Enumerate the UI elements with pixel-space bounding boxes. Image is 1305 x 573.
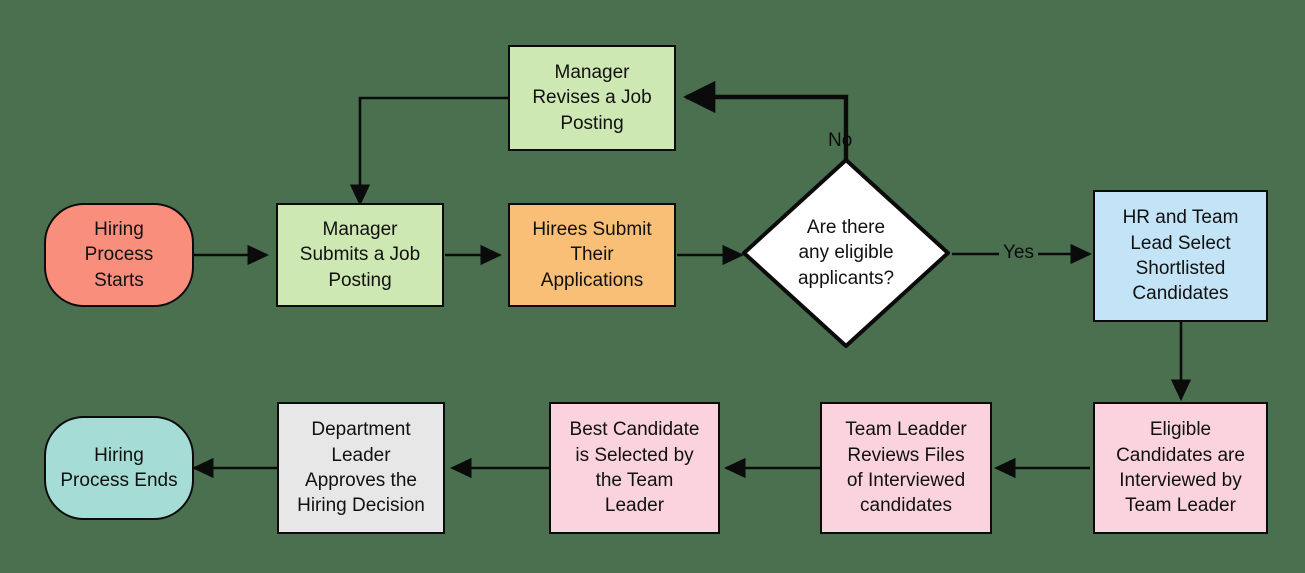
- node-hiring-process-ends[interactable]: Hiring Process Ends: [44, 416, 194, 520]
- node-label: Team Leadder Reviews Files of Interviewe…: [845, 419, 967, 517]
- node-best-candidate-is-selected-by-the-team-leader[interactable]: Best Candidate is Selected by the Team L…: [549, 402, 720, 534]
- node-hirees-submit-their-applications[interactable]: Hirees Submit Their Applications: [508, 203, 676, 307]
- edge-manager-revises-to-manager-submits: [349, 96, 508, 206]
- edge-label-no: No: [828, 130, 853, 151]
- edge-label-yes: Yes: [999, 243, 1038, 262]
- node-manager-revises-a-job-posting[interactable]: Manager Revises a Job Posting: [508, 45, 676, 151]
- node-hr-and-team-lead-select-shortlisted-candidates[interactable]: HR and Team Lead Select Shortlisted Cand…: [1093, 190, 1268, 322]
- node-label: Are there any eligible applicants?: [797, 217, 895, 289]
- node-are-there-any-eligible-applicants[interactable]: Are there any eligible applicants?: [742, 158, 950, 348]
- node-label: Best Candidate is Selected by the Team L…: [569, 419, 700, 517]
- edge-decision-no-to-manager-revises: [683, 80, 849, 160]
- node-manager-submits-a-job-posting[interactable]: Manager Submits a Job Posting: [276, 203, 444, 307]
- node-label: Hiring Process Ends: [60, 444, 178, 491]
- node-label: Department Leader Approves the Hiring De…: [297, 419, 425, 517]
- node-label: Hirees Submit Their Applications: [532, 219, 652, 291]
- node-hiring-process-starts[interactable]: Hiring Process Starts: [44, 203, 194, 307]
- node-label: Manager Revises a Job Posting: [532, 62, 652, 134]
- node-team-leadder-reviews-files-of-interviewed-candidates[interactable]: Team Leadder Reviews Files of Interviewe…: [820, 402, 992, 534]
- node-eligible-candidates-are-interviewed-by-team-leader[interactable]: Eligible Candidates are Interviewed by T…: [1093, 402, 1268, 534]
- node-label: HR and Team Lead Select Shortlisted Cand…: [1122, 207, 1239, 305]
- node-department-leader-approves-the-hiring-decision[interactable]: Department Leader Approves the Hiring De…: [277, 402, 445, 534]
- node-label: Eligible Candidates are Interviewed by T…: [1116, 419, 1245, 517]
- node-label: Manager Submits a Job Posting: [299, 219, 421, 291]
- node-label: Hiring Process Starts: [84, 219, 154, 291]
- flowchart-canvas: Hiring Process Starts Manager Revises a …: [0, 0, 1305, 573]
